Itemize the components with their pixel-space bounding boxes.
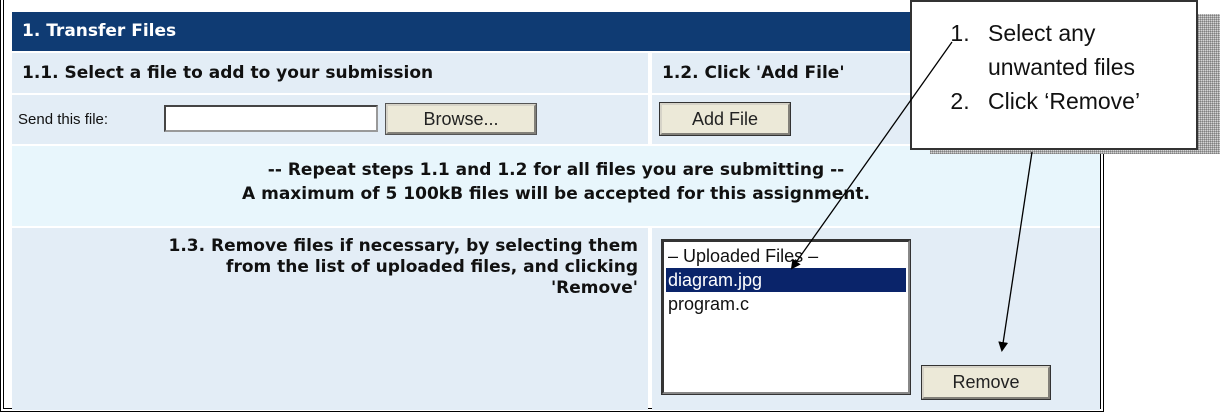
remove-button[interactable]: Remove [921, 365, 1051, 400]
uploaded-files-listbox[interactable]: – Uploaded Files – diagram.jpg program.c [661, 239, 911, 395]
add-file-button[interactable]: Add File [659, 102, 791, 136]
browse-button[interactable]: Browse... [385, 103, 537, 135]
remove-instruction-line: from the list of uploaded files, and cli… [226, 257, 638, 277]
file-select-cell: Send this file: Browse... [12, 95, 648, 144]
listbox-file-item-selected[interactable]: diagram.jpg [666, 268, 906, 292]
callout-step: Select any unwanted files [976, 16, 1196, 84]
repeat-note: -- Repeat steps 1.1 and 1.2 for all file… [267, 160, 845, 180]
section-title: 1. Transfer Files [22, 21, 177, 41]
file-path-input[interactable] [164, 105, 378, 132]
instruction-callout: Select any unwanted files Click ‘Remove’ [910, 0, 1198, 150]
callout-step: Click ‘Remove’ [976, 84, 1196, 118]
callout-steps: Select any unwanted files Click ‘Remove’ [912, 16, 1196, 118]
notes-row: -- Repeat steps 1.1 and 1.2 for all file… [12, 146, 1100, 226]
step-select-label: 1.1. Select a file to add to your submis… [12, 53, 648, 93]
maximum-note: A maximum of 5 100kB files will be accep… [242, 184, 870, 204]
send-file-label: Send this file: [18, 111, 109, 128]
remove-row: 1.3. Remove files if necessary, by selec… [12, 228, 1100, 410]
remove-controls: – Uploaded Files – diagram.jpg program.c… [652, 228, 1100, 410]
remove-instruction-line: 'Remove' [550, 278, 638, 298]
remove-instruction-line: 1.3. Remove files if necessary, by selec… [168, 236, 638, 256]
remove-instructions: 1.3. Remove files if necessary, by selec… [12, 228, 648, 410]
listbox-header-item[interactable]: – Uploaded Files – [666, 244, 906, 268]
listbox-file-item[interactable]: program.c [666, 292, 906, 316]
